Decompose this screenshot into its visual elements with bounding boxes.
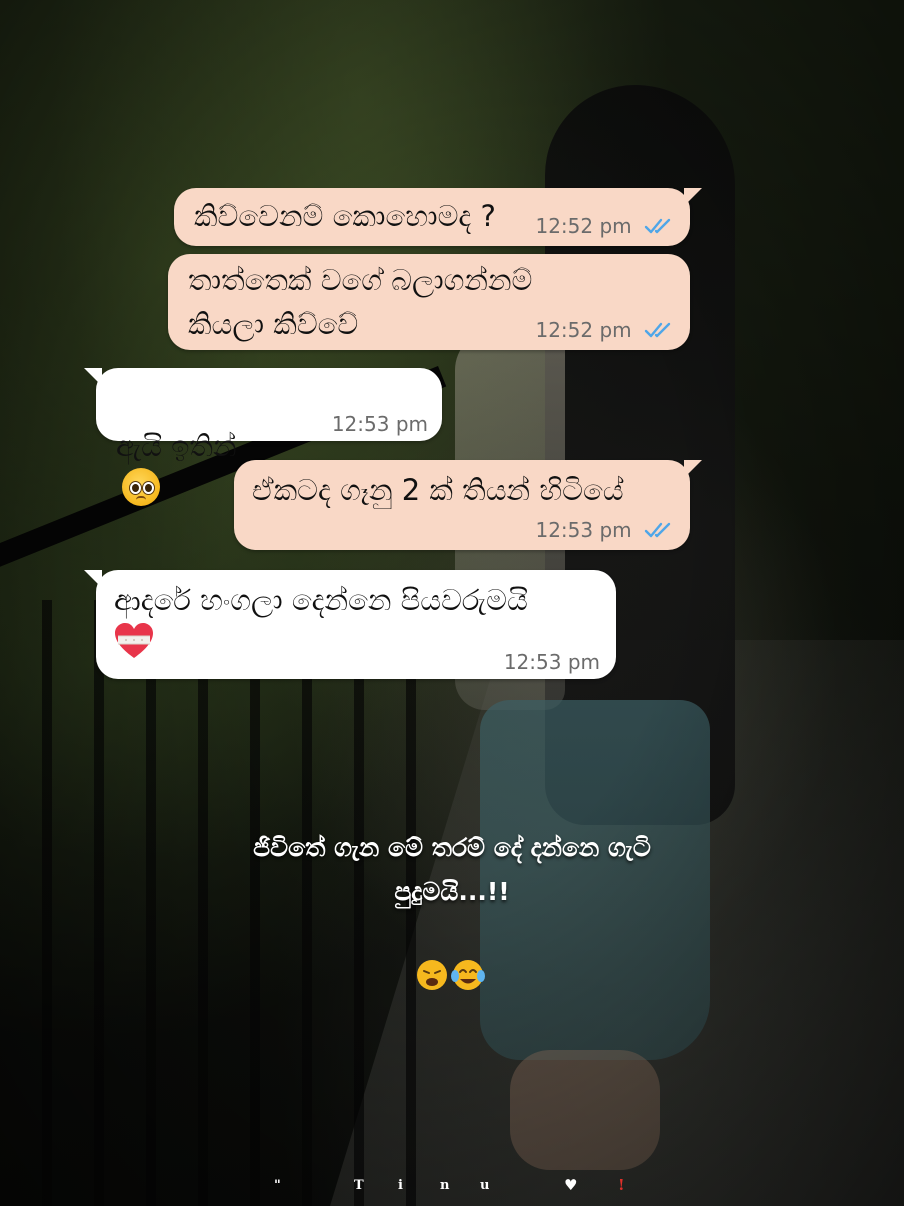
message-time: 12:53 pm: [503, 650, 600, 674]
caption-text: ජිවිතේ ගැන මේ තරම් දේ දන්නෙ ගැටි පුදුමයි…: [190, 826, 714, 914]
message-timestamp: 12:52 pm: [535, 214, 674, 238]
double-check-read-icon: [644, 322, 671, 338]
heart-icon: ♥: [564, 1176, 578, 1194]
message-timestamp: 12:53 pm: [535, 518, 674, 542]
message-time: 12:52 pm: [535, 318, 632, 342]
footer-char: u: [480, 1178, 490, 1193]
double-check-read-icon: [644, 522, 671, 538]
footer-watermark: " T i n u ♥ !: [0, 1174, 904, 1198]
double-check-read-icon: [644, 218, 671, 234]
footer-char: i: [398, 1178, 403, 1193]
mending-heart-icon: [115, 623, 153, 658]
footer-char: n: [440, 1178, 450, 1193]
footer-char: T: [354, 1178, 364, 1193]
exclamation-mark: !: [618, 1176, 625, 1194]
chat-screenshot-stage: කිව්වෙනම් කොහොමද ? 12:52 pm තාත්තෙක් වගේ…: [0, 0, 904, 1206]
incoming-message-bubble[interactable]: ඇයි ඉතින් 12:53 pm: [84, 368, 442, 506]
caption-emojis: [417, 960, 485, 990]
message-text: ඇයි ඉතින්: [116, 429, 237, 463]
outgoing-message-bubble[interactable]: ඒකටද ගෑනු 2 ක් තියන් හිටියේ 12:53 pm: [234, 460, 702, 550]
message-text: තාත්තෙක් වගේ බලාගන්නම් කියලා කිව්වේ: [188, 263, 533, 341]
caption-line-2: පුදුමයි...!!: [394, 877, 510, 906]
tears-of-joy-icon: [451, 960, 485, 990]
message-timestamp: 12:52 pm: [535, 318, 674, 342]
message-time: 12:52 pm: [535, 214, 632, 238]
message-text: ඒකටද ගෑනු 2 ක් තියන් හිටියේ: [252, 473, 624, 507]
incoming-message-bubble[interactable]: ආදරේ හංගලා දෙන්නෙ පියවරුමයි 12:53 pm: [84, 570, 616, 679]
message-time: 12:53 pm: [331, 412, 428, 436]
footer-char: ": [274, 1178, 281, 1193]
outgoing-message-bubble[interactable]: කිව්වෙනම් කොහොමද ? 12:52 pm: [174, 188, 702, 246]
pleading-face-icon: [122, 468, 160, 506]
weary-face-icon: [417, 960, 447, 990]
message-text: කිව්වෙනම් කොහොමද ?: [194, 199, 496, 233]
message-text: ආදරේ හංගලා දෙන්නෙ පියවරුමයි: [114, 583, 528, 617]
outgoing-message-bubble[interactable]: තාත්තෙක් වගේ බලාගන්නම් කියලා කිව්වේ 12:5…: [168, 254, 690, 350]
message-time: 12:53 pm: [535, 518, 632, 542]
caption-line-1: ජිවිතේ ගැන මේ තරම් දේ දන්නෙ ගැටි: [253, 833, 651, 862]
